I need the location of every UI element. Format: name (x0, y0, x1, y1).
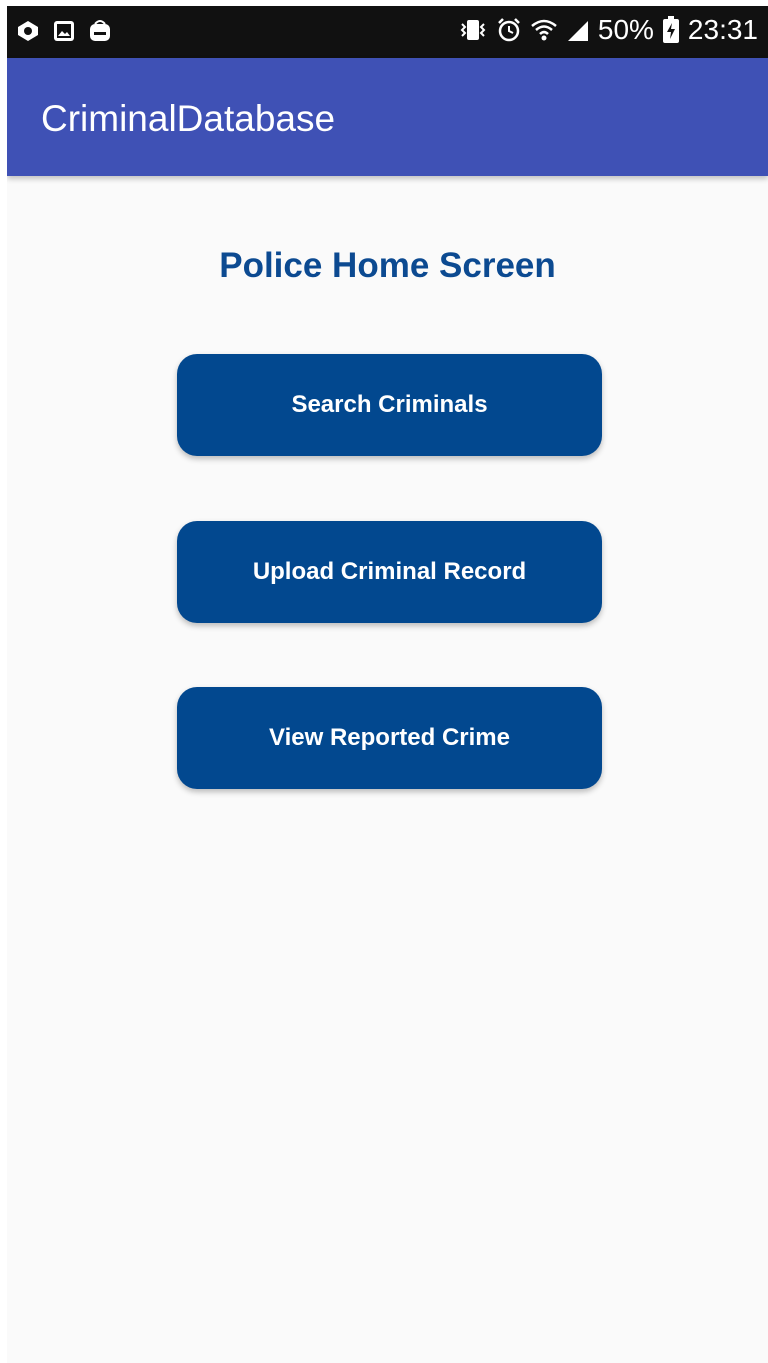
app-title: CriminalDatabase (41, 98, 336, 139)
battery-charging-icon (662, 16, 680, 44)
signal-icon (566, 17, 590, 43)
bag-icon (89, 20, 111, 42)
system-status: 50% 23:31 (458, 14, 758, 46)
status-bar: 50% 23:31 (7, 6, 768, 58)
gallery-icon (53, 20, 75, 42)
search-criminals-button[interactable]: Search Criminals (177, 354, 602, 456)
wifi-icon (530, 17, 558, 43)
battery-percent: 50% (597, 14, 654, 45)
photo-sphere-icon (17, 20, 39, 42)
clock: 23:31 (687, 14, 758, 45)
notification-icons (17, 20, 111, 42)
view-reported-crime-button[interactable]: View Reported Crime (177, 687, 602, 789)
vibrate-icon (458, 17, 488, 43)
app-bar: CriminalDatabase (7, 58, 768, 176)
page-title: Police Home Screen (219, 246, 556, 285)
upload-criminal-record-button[interactable]: Upload Criminal Record (177, 521, 602, 623)
alarm-icon (496, 17, 522, 43)
phone-screen: 50% 23:31 CriminalDatabase Police Home S… (7, 6, 768, 1363)
